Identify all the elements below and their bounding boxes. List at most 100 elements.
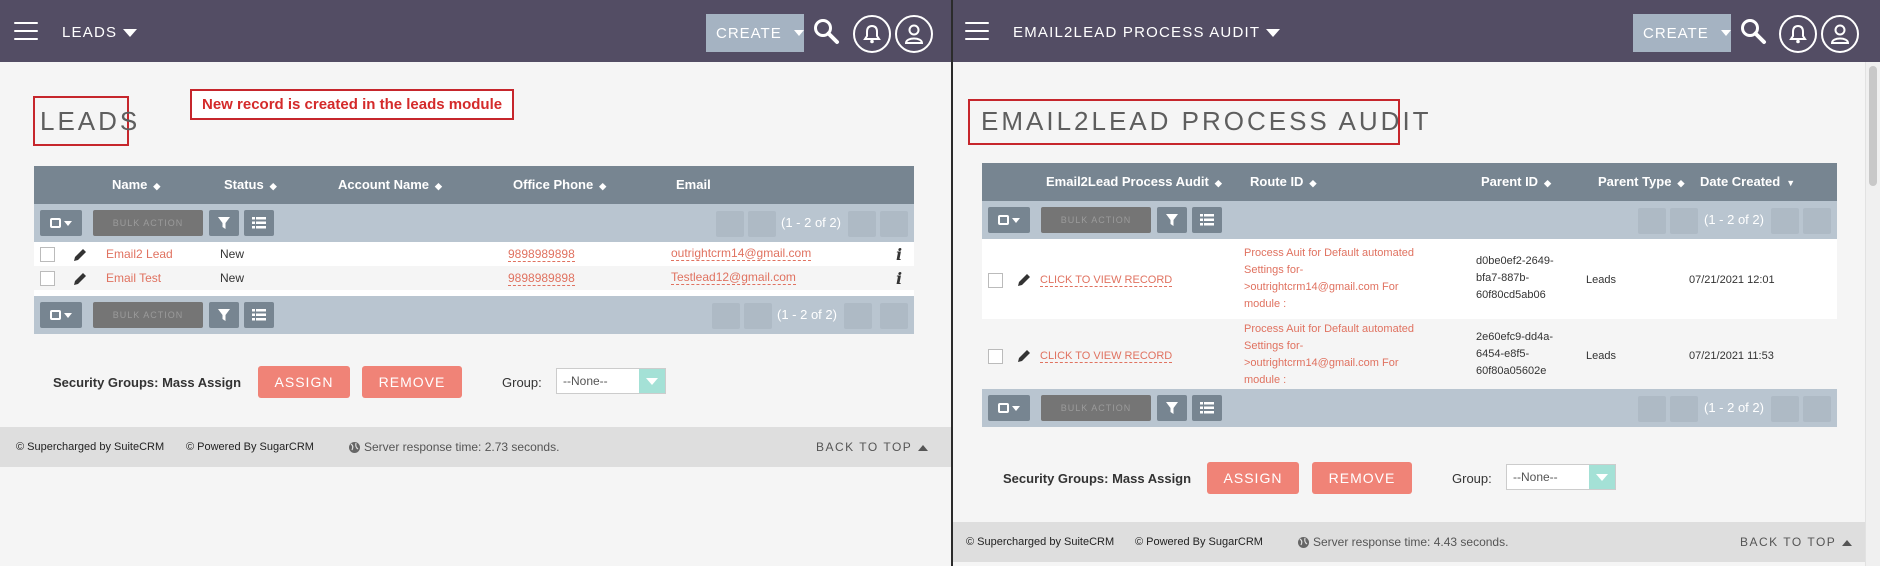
view-record-link[interactable]: CLICK TO VIEW RECORD <box>1040 274 1173 287</box>
last-page-button[interactable] <box>1803 396 1831 422</box>
bottom-action-bar: BULK ACTION (1 - 2 of 2) <box>34 296 914 334</box>
user-menu-button[interactable] <box>895 15 933 53</box>
previous-page-button[interactable] <box>1670 396 1698 422</box>
scrollbar-thumb[interactable] <box>1869 66 1877 186</box>
audit-list-table: Email2Lead Process Audit ◆ Route ID ◆ Pare… <box>982 163 1837 427</box>
column-chooser-button[interactable] <box>1192 395 1222 421</box>
hamburger-icon[interactable] <box>14 22 38 40</box>
last-page-button[interactable] <box>880 211 908 237</box>
assign-button[interactable]: ASSIGN <box>258 366 350 398</box>
pagination-count: (1 - 2 of 2) <box>1704 212 1764 227</box>
assign-button[interactable]: ASSIGN <box>1207 462 1299 494</box>
filter-icon <box>1166 402 1178 414</box>
row-checkbox[interactable] <box>40 247 55 262</box>
suitecrm-link[interactable]: © Supercharged by SuiteCRM <box>966 522 1114 562</box>
first-page-button[interactable] <box>716 211 744 237</box>
table-header: Email2Lead Process Audit ◆ Route ID ◆ Pare… <box>982 163 1837 201</box>
column-header-route-id[interactable]: Route ID ◆ <box>1250 163 1316 201</box>
pencil-icon[interactable] <box>1016 348 1032 364</box>
column-header-account-name[interactable]: Account Name ◆ <box>338 166 442 204</box>
column-header-office-phone[interactable]: Office Phone ◆ <box>513 166 606 204</box>
first-page-button[interactable] <box>1638 396 1666 422</box>
select-all-dropdown[interactable] <box>988 395 1030 421</box>
row-checkbox[interactable] <box>40 271 55 286</box>
pencil-icon[interactable] <box>72 247 88 263</box>
search-icon[interactable] <box>1739 17 1767 45</box>
row-checkbox[interactable] <box>988 349 1003 364</box>
footer: © Supercharged by SuiteCRM © Powered By … <box>953 522 1865 562</box>
notifications-button[interactable] <box>1779 15 1817 53</box>
lead-name-link[interactable]: Email2 Lead <box>106 247 173 261</box>
pencil-icon[interactable] <box>72 271 88 287</box>
pencil-icon[interactable] <box>1016 272 1032 288</box>
last-page-button[interactable] <box>1803 208 1831 234</box>
column-header-process-audit[interactable]: Email2Lead Process Audit ◆ <box>1046 163 1222 201</box>
column-header-parent-id[interactable]: Parent ID ◆ <box>1481 163 1551 201</box>
column-header-name[interactable]: Name ◆ <box>112 166 160 204</box>
previous-page-button[interactable] <box>748 211 776 237</box>
last-page-button[interactable] <box>880 303 908 329</box>
bulk-action-button[interactable]: BULK ACTION <box>93 302 203 328</box>
bulk-action-button[interactable]: BULK ACTION <box>1041 395 1151 421</box>
caret-down-icon <box>1720 30 1731 36</box>
select-all-dropdown[interactable] <box>40 210 82 236</box>
sort-icon: ◆ <box>1677 177 1685 188</box>
column-chooser-button[interactable] <box>244 302 274 328</box>
vertical-scrollbar[interactable] <box>1865 62 1880 566</box>
info-icon[interactable]: i <box>896 245 902 264</box>
chevron-down-icon <box>639 369 665 393</box>
column-header-date-created[interactable]: Date Created ▼ <box>1700 163 1795 201</box>
previous-page-button[interactable] <box>744 303 772 329</box>
lead-name-link[interactable]: Email Test <box>106 271 161 285</box>
previous-page-button[interactable] <box>1670 208 1698 234</box>
filter-button[interactable] <box>209 210 239 236</box>
filter-button[interactable] <box>209 302 239 328</box>
bulk-action-button[interactable]: BULK ACTION <box>93 210 203 236</box>
user-menu-button[interactable] <box>1821 15 1859 53</box>
lead-status: New <box>220 271 245 285</box>
hamburger-icon[interactable] <box>965 22 989 40</box>
next-page-button[interactable] <box>844 303 872 329</box>
select-all-dropdown[interactable] <box>988 207 1030 233</box>
caret-down-icon <box>793 30 804 36</box>
filter-button[interactable] <box>1157 207 1187 233</box>
office-phone-link[interactable]: 9898989898 <box>508 247 575 262</box>
sugarcrm-link[interactable]: © Powered By SugarCRM <box>1135 522 1263 562</box>
info-icon[interactable]: i <box>896 269 902 288</box>
email-link[interactable]: outrightcrm14@gmail.com <box>671 246 812 261</box>
next-page-button[interactable] <box>1771 208 1799 234</box>
suitecrm-link[interactable]: © Supercharged by SuiteCRM <box>16 427 164 467</box>
first-page-button[interactable] <box>712 303 740 329</box>
sugarcrm-link[interactable]: © Powered By SugarCRM <box>186 427 314 467</box>
office-phone-link[interactable]: 9898989898 <box>508 271 575 286</box>
module-menu[interactable]: EMAIL2LEAD PROCESS AUDIT <box>1013 24 1281 41</box>
column-header-status[interactable]: Status ◆ <box>224 166 277 204</box>
filter-button[interactable] <box>1157 395 1187 421</box>
lead-status: New <box>220 247 245 261</box>
caret-down-icon <box>1266 29 1281 38</box>
select-all-dropdown[interactable] <box>40 302 82 328</box>
bulk-action-button[interactable]: BULK ACTION <box>1041 207 1151 233</box>
table-row: Email Test New 9898989898 Testlead12@gma… <box>34 266 914 290</box>
notifications-button[interactable] <box>853 15 891 53</box>
row-checkbox[interactable] <box>988 273 1003 288</box>
next-page-button[interactable] <box>1771 396 1799 422</box>
group-select[interactable]: --None-- <box>1506 464 1616 490</box>
column-chooser-button[interactable] <box>244 210 274 236</box>
create-button[interactable]: CREATE <box>1633 14 1731 52</box>
create-button[interactable]: CREATE <box>706 14 804 52</box>
email-link[interactable]: Testlead12@gmail.com <box>671 270 796 285</box>
back-to-top-link[interactable]: BACK TO TOP <box>816 427 929 467</box>
back-to-top-link[interactable]: BACK TO TOP <box>1740 522 1853 562</box>
remove-button[interactable]: REMOVE <box>362 366 462 398</box>
search-icon[interactable] <box>812 17 840 45</box>
column-chooser-button[interactable] <box>1192 207 1222 233</box>
first-page-button[interactable] <box>1638 208 1666 234</box>
column-header-parent-type[interactable]: Parent Type ◆ <box>1598 163 1684 201</box>
column-header-email: Email <box>676 177 711 192</box>
module-menu[interactable]: LEADS <box>62 24 138 41</box>
view-record-link[interactable]: CLICK TO VIEW RECORD <box>1040 350 1173 363</box>
remove-button[interactable]: REMOVE <box>1312 462 1412 494</box>
group-select[interactable]: --None-- <box>556 368 666 394</box>
next-page-button[interactable] <box>848 211 876 237</box>
